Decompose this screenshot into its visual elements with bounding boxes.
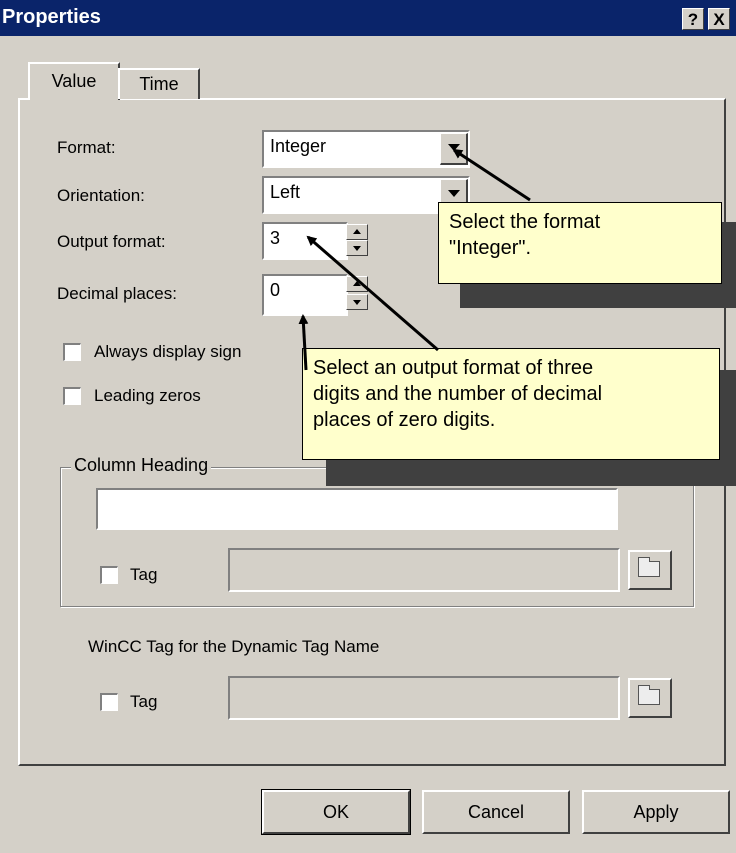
- decimal-places-spin-down[interactable]: [346, 294, 368, 310]
- format-dropdown-button[interactable]: [440, 133, 468, 165]
- leading-zeros-checkbox[interactable]: [63, 387, 81, 405]
- output-callout-line: places of zero digits.: [313, 409, 496, 431]
- column-heading-input[interactable]: [96, 488, 618, 530]
- column-heading-browse-button[interactable]: [628, 550, 672, 590]
- wincc-tag-checkbox[interactable]: [100, 693, 118, 711]
- wincc-tag-checkbox-label: Tag: [130, 692, 158, 711]
- output-format-spin-up[interactable]: [346, 224, 368, 240]
- decimal-places-spin-up[interactable]: [346, 276, 368, 292]
- help-button[interactable]: ?: [682, 8, 704, 30]
- cancel-button[interactable]: Cancel: [422, 790, 570, 834]
- output-format-spin-down[interactable]: [346, 240, 368, 256]
- wincc-browse-button[interactable]: [628, 678, 672, 718]
- folder-icon: [638, 557, 660, 577]
- always-display-sign-label: Always display sign: [94, 342, 242, 361]
- close-button[interactable]: X: [708, 8, 730, 30]
- wincc-tag-input[interactable]: [228, 676, 620, 720]
- output-format-label: Output format:: [57, 232, 166, 251]
- decimal-places-input[interactable]: 0: [262, 274, 348, 316]
- output-callout-line: digits and the number of decimal: [313, 383, 603, 405]
- output-format-value: 3: [270, 228, 281, 248]
- output-callout: Select an output format of three digits …: [302, 348, 720, 460]
- format-select[interactable]: Integer: [262, 130, 470, 168]
- title-bar: Properties ? X: [0, 0, 736, 36]
- format-callout-line: "Integer".: [449, 237, 532, 259]
- format-label: Format:: [57, 138, 116, 157]
- tab-time[interactable]: Time: [118, 68, 200, 99]
- wincc-tag-label: WinCC Tag for the Dynamic Tag Name: [88, 637, 380, 656]
- apply-button[interactable]: Apply: [582, 790, 730, 834]
- format-callout-line: Select the format: [449, 211, 601, 233]
- folder-icon: [638, 685, 660, 705]
- window-title: Properties: [2, 6, 101, 28]
- leading-zeros-label: Leading zeros: [94, 386, 201, 405]
- format-value: Integer: [270, 136, 327, 156]
- orientation-label: Orientation:: [57, 186, 145, 205]
- column-heading-tag-checkbox[interactable]: [100, 566, 118, 584]
- orientation-value: Left: [270, 182, 301, 202]
- tab-value[interactable]: Value: [28, 62, 120, 100]
- decimal-places-label: Decimal places:: [57, 284, 177, 303]
- always-display-sign-checkbox[interactable]: [63, 343, 81, 361]
- output-format-input[interactable]: 3: [262, 222, 348, 260]
- column-heading-legend: Column Heading: [71, 455, 212, 476]
- decimal-places-value: 0: [270, 280, 281, 300]
- ok-button[interactable]: OK: [261, 789, 411, 835]
- output-callout-line: Select an output format of three: [313, 357, 594, 379]
- format-callout: Select the format "Integer".: [438, 202, 722, 284]
- column-heading-tag-label: Tag: [130, 565, 158, 584]
- column-heading-tag-input[interactable]: [228, 548, 620, 592]
